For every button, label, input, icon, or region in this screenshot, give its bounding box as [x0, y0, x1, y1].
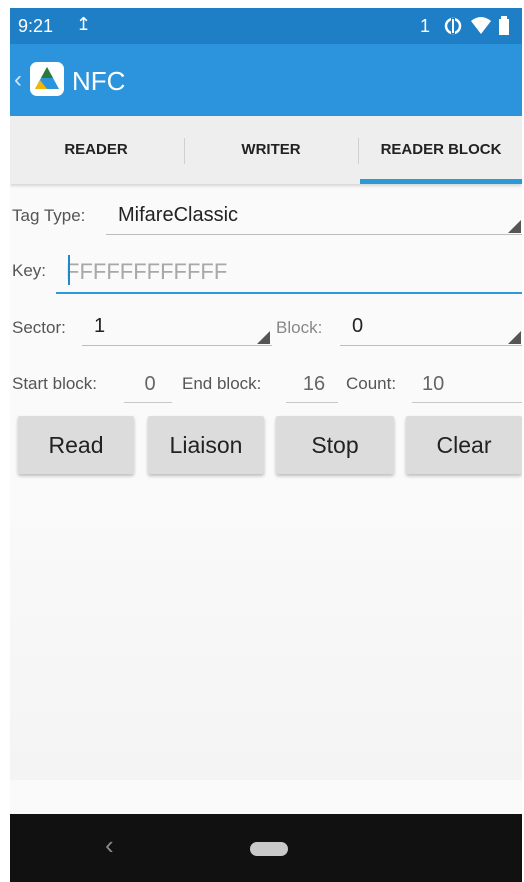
wifi-icon — [471, 17, 491, 34]
count-input[interactable] — [412, 368, 476, 400]
sector-label: Sector: — [12, 318, 66, 337]
battery-icon — [499, 16, 509, 35]
block-underline — [340, 345, 522, 346]
liaison-button[interactable]: Liaison — [148, 416, 264, 474]
dropdown-arrow-icon — [508, 331, 521, 344]
nav-home-pill-icon[interactable] — [250, 842, 288, 856]
tab-writer[interactable]: WRITER — [186, 116, 356, 184]
output-area — [10, 490, 522, 780]
app-bar: ‹ NFC — [10, 44, 522, 116]
tab-reader[interactable]: READER — [10, 116, 182, 184]
key-input[interactable] — [56, 252, 522, 292]
end-block-underline — [286, 402, 338, 403]
phone-screen: 9:21 ↥ 1 ‹ NFC READER WRITER READER BLOC… — [10, 8, 522, 882]
tab-selected-indicator — [360, 179, 522, 184]
tab-reader-block[interactable]: READER BLOCK — [360, 116, 522, 184]
end-block-label: End block: — [182, 374, 262, 393]
upload-icon: ↥ — [76, 14, 92, 34]
dropdown-arrow-icon — [257, 331, 270, 344]
status-time: 9:21 — [18, 16, 54, 36]
text-cursor — [68, 255, 70, 285]
count-underline — [412, 402, 522, 403]
end-block-input[interactable] — [286, 368, 342, 400]
back-chevron-icon[interactable]: ‹ — [14, 66, 22, 94]
tag-type-value: MifareClassic — [118, 204, 239, 226]
nav-back-icon[interactable]: ‹ — [105, 830, 114, 861]
tag-type-underline — [106, 234, 522, 235]
status-bar: 9:21 ↥ 1 — [10, 8, 522, 44]
stop-button[interactable]: Stop — [276, 416, 394, 474]
block-value: 0 — [352, 315, 364, 337]
block-label: Block: — [276, 318, 323, 337]
tab-divider — [184, 138, 185, 164]
start-block-input[interactable] — [124, 368, 176, 400]
count-label: Count: — [346, 374, 397, 393]
tab-bar: READER WRITER READER BLOCK — [10, 116, 522, 184]
key-label: Key: — [12, 261, 47, 280]
start-block-underline — [124, 402, 172, 403]
read-button[interactable]: Read — [18, 416, 134, 474]
tag-type-label: Tag Type: — [12, 206, 86, 225]
app-logo-icon[interactable] — [26, 58, 68, 100]
tab-divider — [358, 138, 359, 164]
notification-count: 1 — [420, 16, 431, 36]
clear-button[interactable]: Clear — [406, 416, 522, 474]
nfc-signal-icon — [444, 17, 462, 35]
start-block-label: Start block: — [12, 374, 98, 393]
sector-underline — [82, 345, 272, 346]
dropdown-arrow-icon — [508, 220, 521, 233]
navigation-bar: ‹ — [10, 814, 522, 882]
key-underline — [56, 292, 522, 294]
app-title: NFC — [72, 66, 126, 96]
sector-value: 1 — [94, 315, 106, 337]
